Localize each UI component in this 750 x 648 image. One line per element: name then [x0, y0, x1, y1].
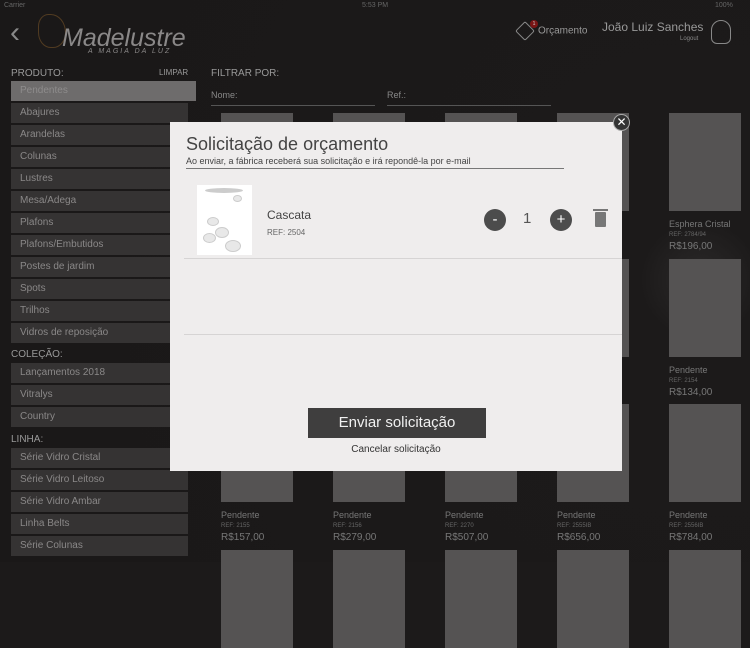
product-image	[669, 404, 741, 502]
product-image	[333, 550, 405, 648]
item-thumbnail	[197, 185, 252, 255]
product-ref: REF: 2156	[333, 523, 362, 529]
product-name: Pendente	[669, 365, 708, 375]
battery: 100%	[715, 2, 733, 9]
product-image	[221, 550, 293, 648]
send-request-button[interactable]: Enviar solicitação	[308, 408, 486, 438]
product-price: R$196,00	[669, 241, 713, 252]
product-ref: REF: 2784/94	[669, 232, 707, 238]
item-quantity: 1	[523, 210, 532, 227]
product-name: Pendente	[221, 510, 260, 520]
product-ref: REF: 2270	[445, 523, 474, 529]
linha-heading: LINHA:	[11, 434, 44, 445]
dialog-title: Solicitação de orçamento	[186, 134, 389, 154]
product-card[interactable]	[669, 550, 750, 648]
product-image	[557, 550, 629, 648]
product-price: R$157,00	[221, 532, 265, 543]
sidebar-item[interactable]: Colunas	[11, 147, 188, 167]
product-ref: REF: 2556IB	[669, 523, 704, 529]
product-image	[669, 113, 741, 211]
product-price: R$656,00	[557, 532, 601, 543]
clear-button[interactable]: LIMPAR	[159, 68, 188, 77]
product-ref: REF: 2555IB	[557, 523, 592, 529]
item-ref: REF: 2504	[267, 228, 306, 237]
sidebar-item[interactable]: Série Vidro Cristal	[11, 448, 188, 468]
sidebar-item[interactable]: Plafons	[11, 213, 188, 233]
product-price: R$784,00	[669, 532, 713, 543]
ref-filter-input[interactable]: Ref.:	[387, 88, 551, 106]
quote-button[interactable]: 1 Orçamento	[515, 20, 588, 41]
product-name: Pendente	[333, 510, 372, 520]
product-card[interactable]: Pendente REF: 2154 R$134,00	[669, 259, 750, 398]
sidebar-item[interactable]: Plafons/Embutidos	[11, 235, 188, 255]
quote-label: Orçamento	[538, 25, 588, 37]
back-button[interactable]: ‹	[10, 16, 20, 50]
sidebar-item[interactable]: Postes de jardim	[11, 257, 188, 277]
product-image	[445, 550, 517, 648]
decrease-button[interactable]: -	[484, 209, 506, 231]
cancel-request-link[interactable]: Cancelar solicitação	[170, 444, 622, 455]
product-price: R$134,00	[669, 387, 713, 398]
sidebar-item[interactable]: Série Colunas	[11, 536, 188, 556]
sidebar-item[interactable]: Spots	[11, 279, 188, 299]
sidebar-item[interactable]: Lançamentos 2018	[11, 363, 188, 383]
product-name: Pendente	[557, 510, 596, 520]
sidebar-item[interactable]: Lustres	[11, 169, 188, 189]
filter-heading: FILTRAR POR:	[211, 68, 280, 79]
divider	[184, 258, 622, 259]
sidebar-item[interactable]: Série Vidro Ambar	[11, 492, 188, 512]
divider	[184, 334, 622, 335]
product-card[interactable]	[333, 550, 423, 648]
increase-button[interactable]: +	[550, 209, 572, 231]
produto-heading: PRODUTO:	[11, 68, 64, 79]
dialog-subtitle: Ao enviar, a fábrica receberá sua solici…	[186, 156, 564, 169]
item-name: Cascata	[267, 208, 312, 222]
quote-dialog: Solicitação de orçamento Ao enviar, a fá…	[170, 122, 622, 471]
user-icon[interactable]	[711, 20, 731, 44]
logo-tagline: A MAGIA DA LUZ	[88, 48, 172, 55]
sidebar-item[interactable]: Arandelas	[11, 125, 188, 145]
product-image	[669, 259, 741, 357]
logout-link[interactable]: Logout	[680, 36, 698, 42]
sidebar-item[interactable]: Série Vidro Leitoso	[11, 470, 188, 490]
sidebar-item[interactable]: Country	[11, 407, 188, 427]
clock: 5:53 PM	[362, 2, 389, 9]
colecao-heading: COLEÇÃO:	[11, 349, 63, 360]
user-name: João Luiz Sanches	[602, 20, 704, 34]
product-image	[669, 550, 741, 648]
carrier: Carrier	[4, 2, 26, 9]
sidebar-item[interactable]: Vidros de reposição	[11, 323, 188, 343]
sidebar-item[interactable]: Trilhos	[11, 301, 188, 321]
product-ref: REF: 2154	[669, 378, 698, 384]
trash-icon[interactable]	[593, 209, 608, 227]
product-card[interactable]: Esphera Cristal REF: 2784/94 R$196,00	[669, 113, 750, 252]
sidebar-item[interactable]: Mesa/Adega	[11, 191, 188, 211]
close-icon[interactable]: ✕	[613, 114, 630, 131]
product-name: Pendente	[445, 510, 484, 520]
product-card[interactable]	[221, 550, 311, 648]
product-name: Pendente	[669, 510, 708, 520]
sidebar-item[interactable]: Abajures	[11, 103, 188, 123]
name-filter-input[interactable]: Nome:	[211, 88, 375, 106]
product-card[interactable]: Pendente REF: 2556IB R$784,00	[669, 404, 750, 543]
quote-badge: 1	[530, 20, 538, 28]
product-card[interactable]	[557, 550, 647, 648]
product-card[interactable]	[445, 550, 535, 648]
product-price: R$279,00	[333, 532, 377, 543]
product-name: Esphera Cristal	[669, 219, 731, 229]
product-ref: REF: 2155	[221, 523, 250, 529]
sidebar-item[interactable]: Pendentes	[11, 81, 196, 101]
sidebar-item[interactable]: Linha Belts	[11, 514, 188, 534]
sidebar-item[interactable]: Vitralys	[11, 385, 188, 405]
product-price: R$507,00	[445, 532, 489, 543]
